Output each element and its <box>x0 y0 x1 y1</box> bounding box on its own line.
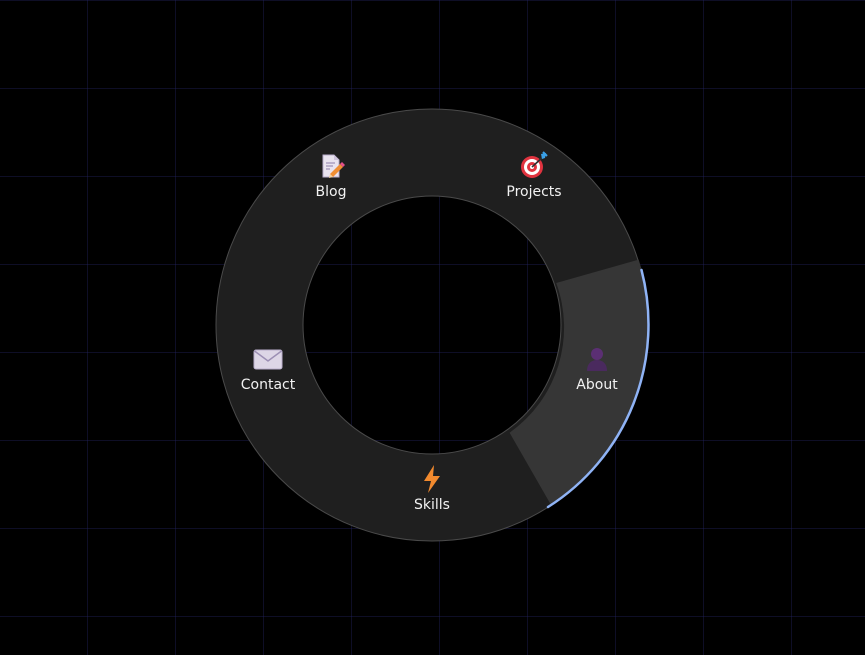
radial-menu-stage: Blog Projects About Skills Contact <box>0 0 865 655</box>
menu-item-about[interactable]: About <box>542 344 652 404</box>
menu-item-contact[interactable]: Contact <box>213 344 323 404</box>
menu-item-label: Projects <box>506 184 562 200</box>
menu-item-label: Skills <box>414 497 450 513</box>
menu-item-blog[interactable]: Blog <box>276 151 386 211</box>
memo-pencil-icon <box>315 151 347 181</box>
menu-item-projects[interactable]: Projects <box>479 151 589 211</box>
menu-item-skills[interactable]: Skills <box>377 464 487 524</box>
lightning-bolt-icon <box>416 464 448 494</box>
menu-item-label: Contact <box>240 377 296 393</box>
menu-item-label: About <box>576 377 618 393</box>
envelope-icon <box>252 344 284 374</box>
target-dart-icon <box>518 151 550 181</box>
menu-item-label: Blog <box>315 184 347 200</box>
radial-menu-ring <box>215 108 650 542</box>
person-silhouette-icon <box>581 344 613 374</box>
